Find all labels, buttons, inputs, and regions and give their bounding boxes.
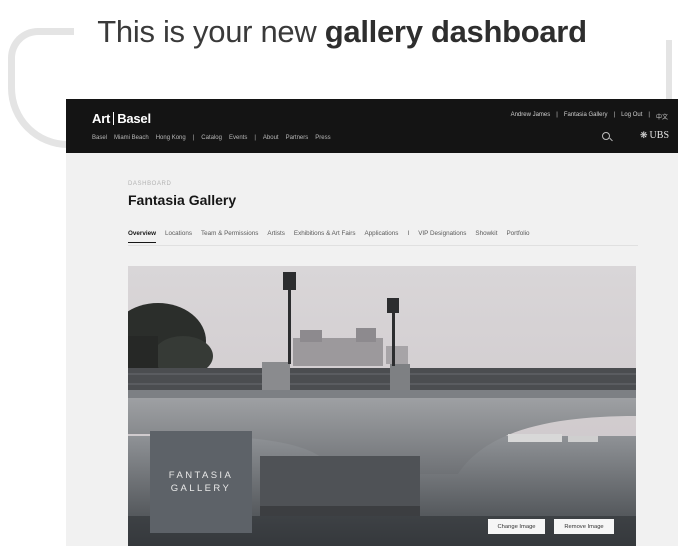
logo-tile-line2: GALLERY [170,483,232,494]
change-image-button[interactable]: Change Image [488,519,545,534]
art-basel-logo[interactable]: Art Basel [92,111,151,126]
account-separator: | [648,112,650,118]
nav-about[interactable]: About [263,135,279,141]
ubs-logo: ❋ UBS [640,130,669,141]
tab-exhibitions-art-fairs[interactable]: Exhibitions & Art Fairs [294,230,356,243]
logout-link[interactable]: Log Out [621,112,642,121]
dashboard-screenshot: Art Basel Basel Miami Beach Hong Kong | … [66,99,678,546]
city-navigation: Basel Miami Beach Hong Kong | Catalog Ev… [92,135,331,141]
logo-divider [113,112,115,125]
nav-separator: | [254,135,256,141]
nav-partners[interactable]: Partners [286,135,309,141]
headline-prefix: This is your new [97,14,317,49]
gallery-logo-tile: FANTASIA GALLERY [150,431,252,533]
remove-image-button[interactable]: Remove Image [554,519,614,534]
tab-applications[interactable]: Applications [364,230,398,243]
tab-artists[interactable]: Artists [267,230,285,243]
ubs-label: UBS [649,130,669,141]
tab-showkit[interactable]: Showkit [475,230,497,243]
account-separator: | [613,112,616,118]
tab-locations[interactable]: Locations [165,230,192,243]
tabs-divider [128,245,638,246]
nav-miami-beach[interactable]: Miami Beach [114,135,149,141]
account-navigation: Andrew James | Fantasia Gallery | Log Ou… [511,112,668,121]
tab-portfolio[interactable]: Portfolio [506,230,529,243]
ubs-keys-icon: ❋ [640,130,648,140]
account-separator: | [556,112,558,118]
language-chinese-link[interactable]: 中文 [656,112,668,121]
tab-overview[interactable]: Overview [128,230,157,243]
nav-basel[interactable]: Basel [92,135,107,141]
headline-bold: gallery dashboard [324,14,587,49]
nav-hong-kong[interactable]: Hong Kong [156,135,186,141]
tab-separator: I [407,230,410,237]
logo-basel: Basel [117,111,151,126]
dashboard-tabs: Overview Locations Team & Permissions Ar… [128,230,530,243]
gallery-cover-image: FANTASIA GALLERY Change Image Remove Ima… [128,266,636,546]
account-gallery-link[interactable]: Fantasia Gallery [564,112,608,121]
logo-tile-line1: FANTASIA [168,470,234,481]
account-user-name[interactable]: Andrew James [511,112,551,121]
nav-catalog[interactable]: Catalog [201,135,222,141]
page-title: Fantasia Gallery [128,192,237,208]
tab-team-permissions[interactable]: Team & Permissions [201,230,258,243]
nav-events[interactable]: Events [229,135,247,141]
nav-press[interactable]: Press [315,135,330,141]
top-navigation-bar: Art Basel Basel Miami Beach Hong Kong | … [66,99,678,153]
headline: This is your new gallery dashboard [0,14,684,50]
search-icon[interactable] [602,132,610,140]
tab-vip-designations[interactable]: VIP Designations [418,230,466,243]
nav-separator: | [192,135,195,141]
logo-art: Art [92,111,111,126]
breadcrumb: DASHBOARD [128,181,172,187]
